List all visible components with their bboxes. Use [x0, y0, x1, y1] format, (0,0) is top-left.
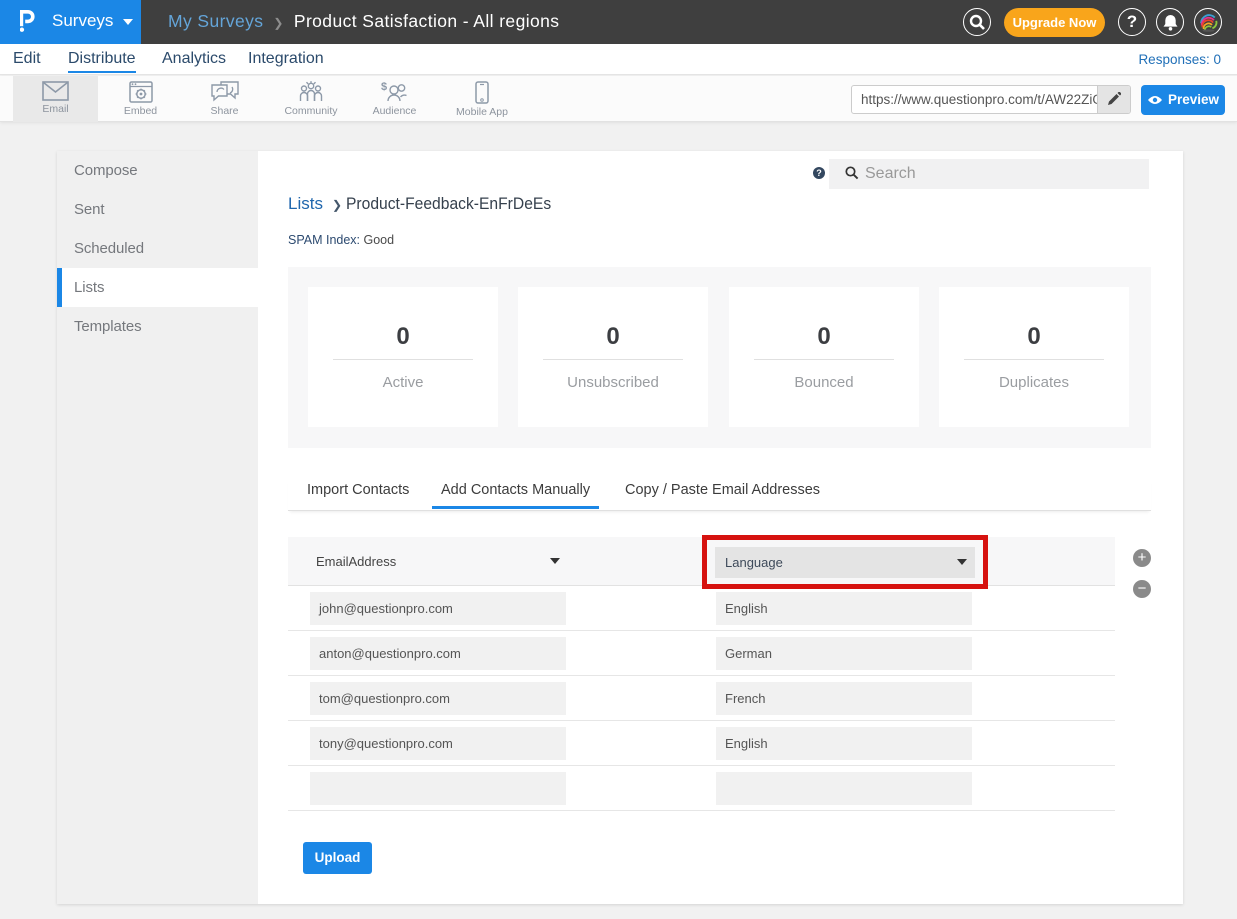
svg-text:$: $: [381, 81, 387, 93]
